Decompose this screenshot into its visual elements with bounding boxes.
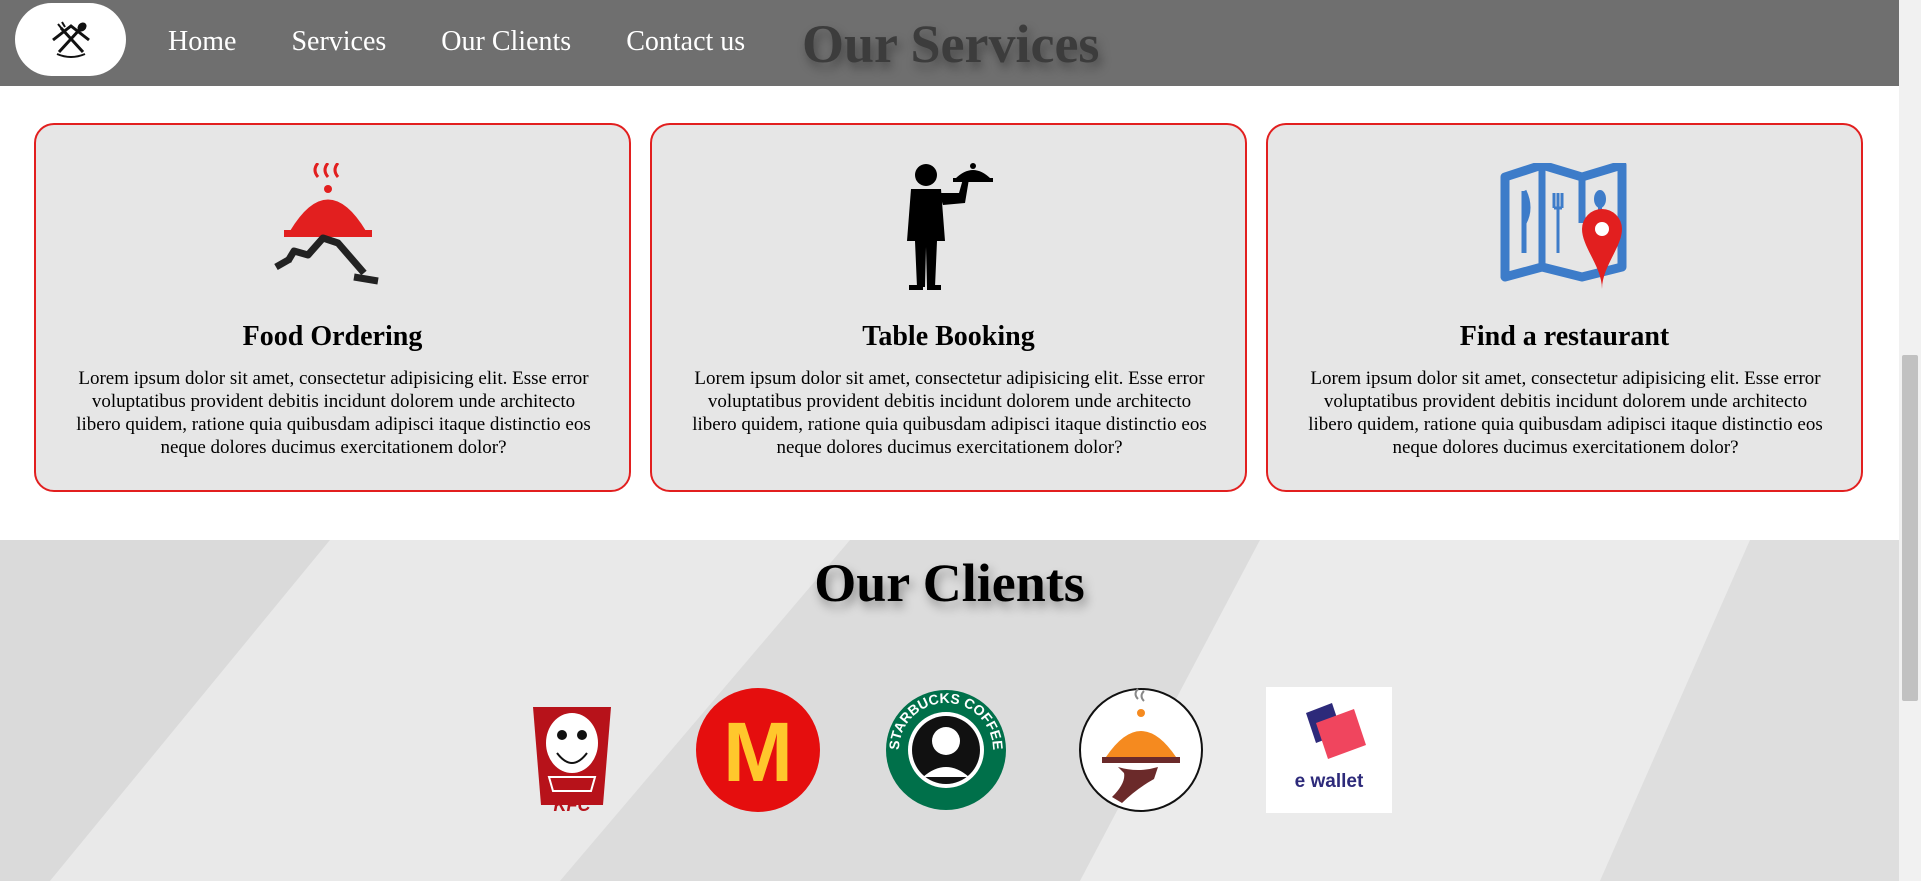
nav-links: Home Services Our Clients Contact us — [168, 22, 800, 62]
nav-link-our-clients[interactable]: Our Clients — [441, 22, 571, 62]
svg-text:e wallet: e wallet — [1295, 771, 1364, 792]
clients-heading: Our Clients — [814, 553, 1085, 613]
ewallet-logo[interactable]: e wallet — [1266, 687, 1392, 813]
mcdonalds-logo[interactable]: M — [695, 687, 821, 813]
nav-link-home[interactable]: Home — [168, 22, 236, 62]
card-text: Lorem ipsum dolor sit amet, consectetur … — [76, 368, 591, 458]
card-text: Lorem ipsum dolor sit amet, consectetur … — [692, 368, 1207, 458]
nav-link-services[interactable]: Services — [291, 22, 386, 62]
service-card-food-ordering: Food Ordering Lorem ipsum dolor sit amet… — [34, 123, 631, 492]
service-card-find-restaurant: Find a restaurant Lorem ipsum dolor sit … — [1266, 123, 1863, 492]
card-title: Table Booking — [862, 321, 1035, 352]
card-title: Food Ordering — [242, 321, 423, 352]
food-delivery-icon — [273, 163, 379, 285]
svg-text:KFC: KFC — [554, 795, 592, 813]
svg-text:M: M — [723, 705, 793, 799]
waiter-icon — [906, 163, 993, 290]
restaurant-map-icon — [1500, 163, 1626, 289]
nav-link-contact-us[interactable]: Contact us — [626, 22, 745, 62]
vertical-scrollbar[interactable] — [1899, 0, 1921, 881]
page: Home Services Our Clients Contact us Our… — [0, 0, 1899, 881]
card-title: Find a restaurant — [1459, 321, 1670, 352]
service-card-table-booking: Table Booking Lorem ipsum dolor sit amet… — [650, 123, 1247, 492]
logo[interactable] — [15, 3, 126, 76]
kfc-logo[interactable]: KFC — [509, 687, 635, 815]
services-heading: Our Services — [802, 14, 1100, 74]
navbar: Home Services Our Clients Contact us Our… — [0, 0, 1899, 86]
starbucks-logo[interactable]: STARBUCKS COFFEE — [883, 687, 1009, 813]
food-delivery-logo[interactable] — [1078, 687, 1204, 813]
card-text: Lorem ipsum dolor sit amet, consectetur … — [1308, 368, 1823, 458]
services-section: Food Ordering Lorem ipsum dolor sit amet… — [0, 86, 1899, 540]
fork-spoon-house-icon — [51, 20, 90, 58]
clients-section: Our Clients KFC M STARBUCKS COFFEE e wal… — [0, 540, 1899, 881]
scrollbar-thumb[interactable] — [1902, 355, 1918, 701]
